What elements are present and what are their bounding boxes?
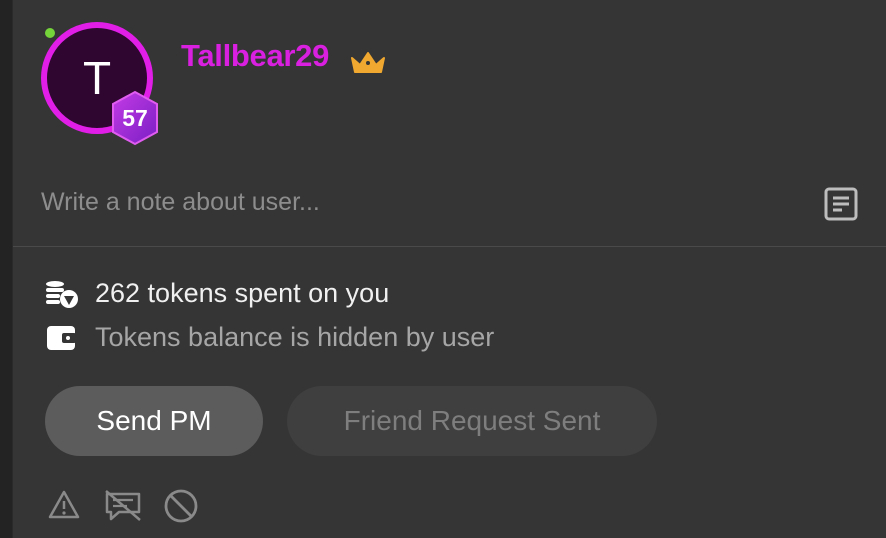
friend-request-sent-button[interactable]: Friend Request Sent (287, 386, 657, 456)
note-input[interactable] (41, 182, 781, 222)
user-profile-card: T 57 Tallbear29 Write a note about user.… (12, 0, 886, 538)
crown-icon (351, 52, 385, 73)
tokens-spent-text: 262 tokens spent on you (95, 278, 390, 308)
username[interactable]: Tallbear29 (181, 38, 329, 74)
report-warning-icon[interactable] (47, 488, 81, 522)
tokens-spent-row: 262 tokens spent on you (45, 278, 389, 309)
avatar-letter: T (82, 52, 112, 104)
tokens-balance-text: Tokens balance is hidden by user (95, 322, 495, 352)
tokens-balance-row: Tokens balance is hidden by user (45, 322, 494, 353)
block-icon[interactable] (163, 488, 199, 524)
note-icon[interactable] (823, 186, 859, 222)
online-status-dot (45, 28, 55, 38)
wallet-icon (45, 323, 81, 353)
coins-stack-icon (45, 279, 81, 309)
level-number: 57 (122, 104, 148, 131)
mute-messages-icon[interactable] (103, 488, 143, 524)
avatar[interactable]: T 57 (41, 22, 161, 146)
section-divider (13, 246, 886, 247)
send-pm-button[interactable]: Send PM (45, 386, 263, 456)
level-badge: 57 (109, 90, 161, 146)
